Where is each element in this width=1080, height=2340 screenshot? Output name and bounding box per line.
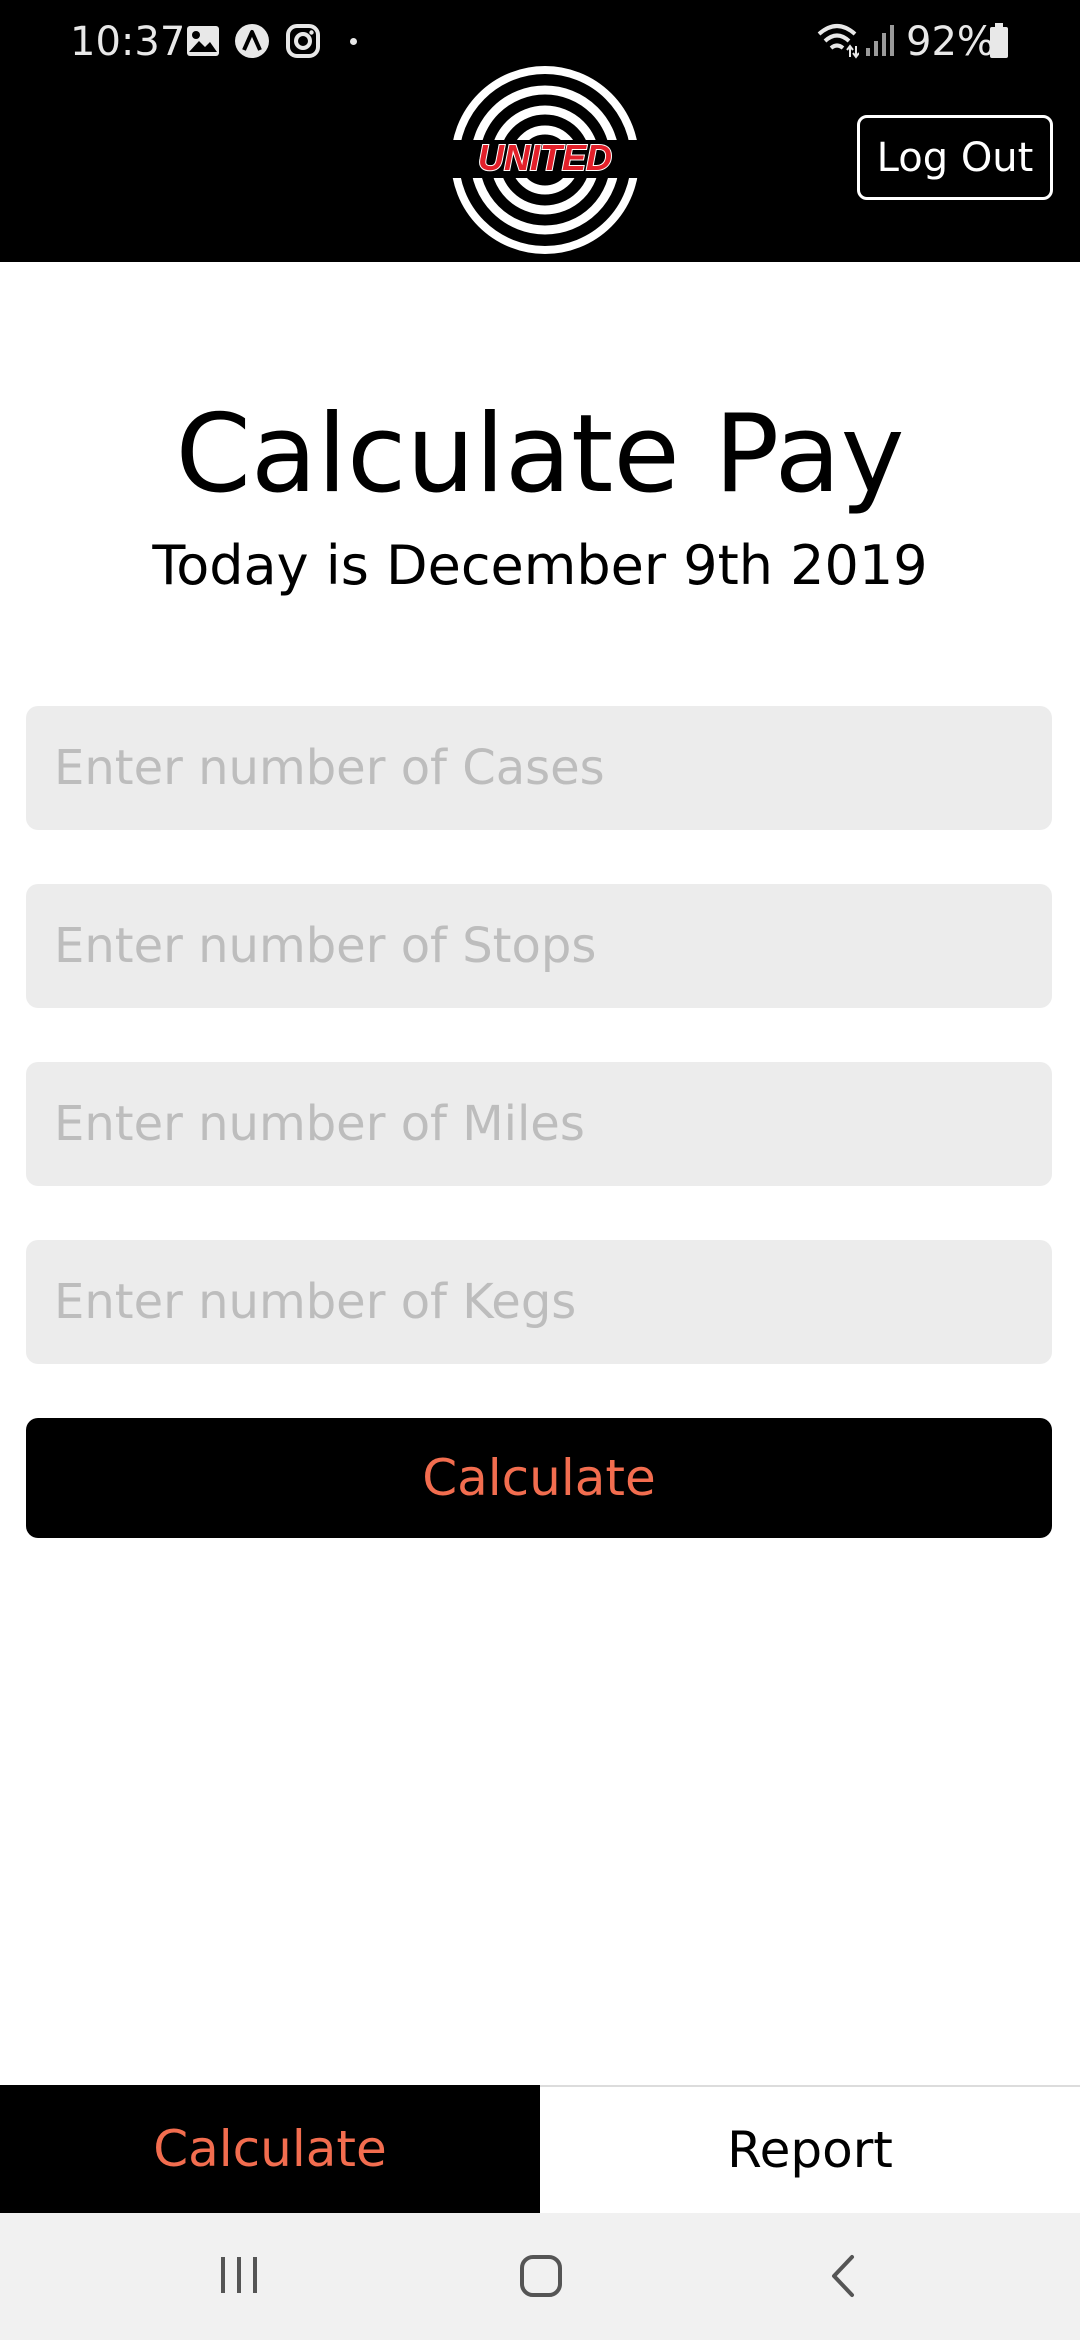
logout-button[interactable]: Log Out	[857, 115, 1053, 200]
app-a-icon	[235, 24, 269, 58]
stops-input[interactable]	[26, 884, 1052, 1008]
svg-text:UNITED: UNITED	[478, 137, 612, 178]
tab-calculate[interactable]: Calculate	[0, 2085, 540, 2213]
notification-dot-icon	[350, 38, 357, 45]
calculate-button[interactable]: Calculate	[26, 1418, 1052, 1538]
system-nav-bar	[0, 2213, 1080, 2340]
recent-apps-icon[interactable]	[218, 2253, 260, 2297]
app-header: 10:37 92% UNITED Log Out	[0, 0, 1080, 262]
united-logo: UNITED	[447, 66, 643, 254]
battery-percent: 92%	[906, 19, 995, 65]
back-icon[interactable]	[826, 2253, 860, 2299]
miles-input[interactable]	[26, 1062, 1052, 1186]
image-icon	[187, 26, 219, 56]
date-subtitle: Today is December 9th 2019	[152, 534, 928, 597]
cases-input[interactable]	[26, 706, 1052, 830]
kegs-input[interactable]	[26, 1240, 1052, 1364]
home-icon[interactable]	[518, 2253, 564, 2299]
tab-report[interactable]: Report	[540, 2085, 1080, 2213]
signal-icon	[866, 25, 894, 56]
battery-icon	[990, 23, 1008, 58]
wifi-icon	[817, 24, 859, 59]
status-time: 10:37	[70, 19, 186, 65]
page-title: Calculate Pay	[175, 392, 905, 517]
instagram-icon	[286, 24, 320, 58]
